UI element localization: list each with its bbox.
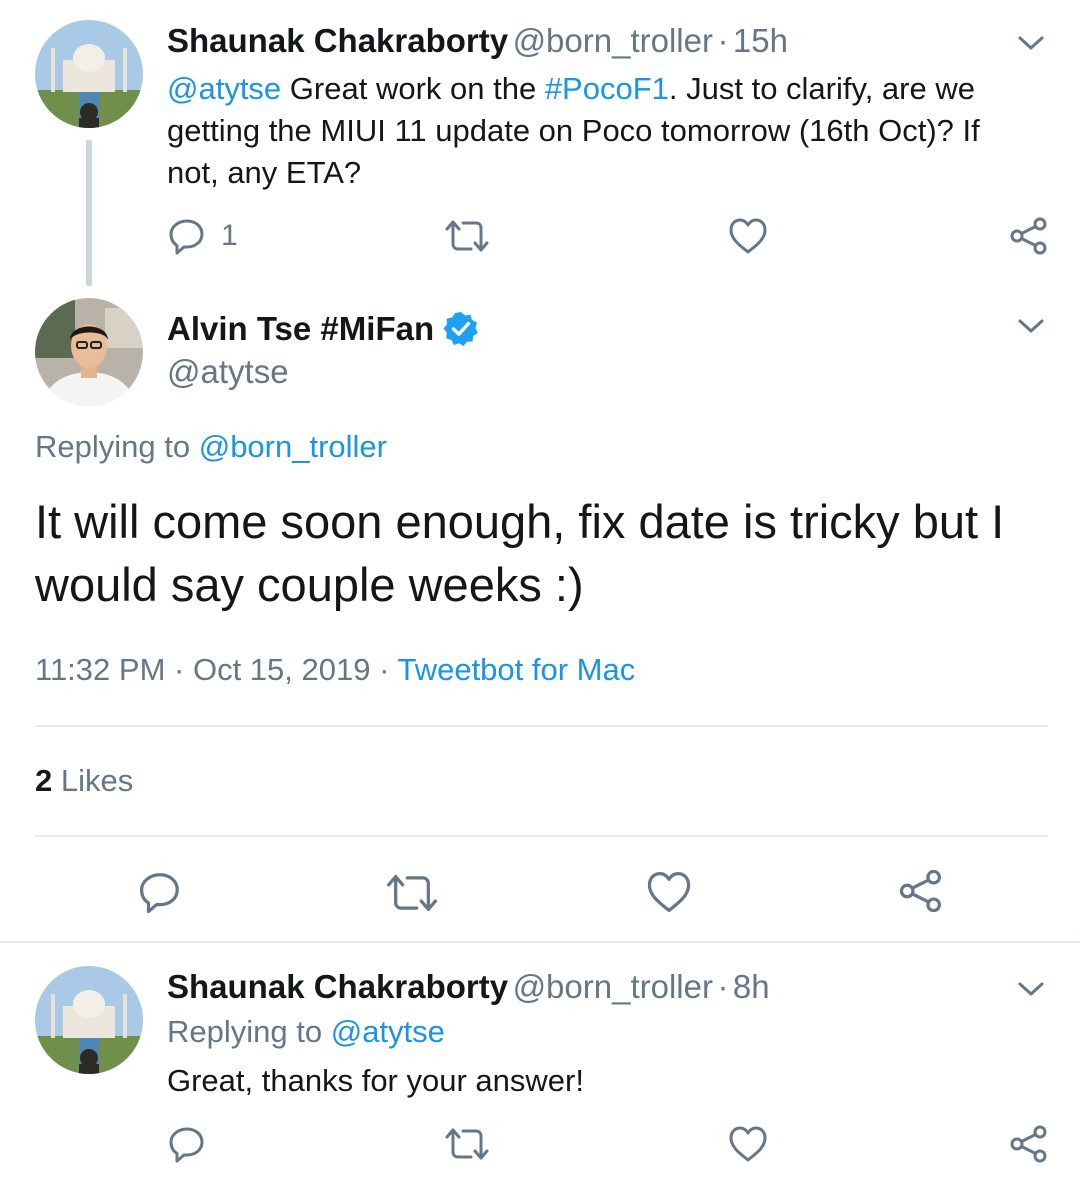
like-icon[interactable] — [646, 870, 692, 914]
main-tweet-text: It will come soon enough, fix date is tr… — [35, 495, 1005, 611]
separator-dot: · — [717, 22, 729, 59]
like-icon[interactable] — [728, 217, 768, 255]
author-name[interactable]: Alvin Tse #MiFan — [167, 310, 434, 348]
tweet-meta: 11:32 PM · Oct 15, 2019 · Tweetbot for M… — [35, 652, 636, 687]
replying-to: Replying to @atytse — [167, 1014, 445, 1049]
reply-icon[interactable] — [167, 1124, 207, 1164]
reply-icon[interactable] — [137, 869, 183, 915]
retweet-icon[interactable] — [386, 872, 438, 914]
chevron-down-icon[interactable] — [1017, 33, 1045, 53]
tweet-header: Shaunak Chakraborty @born_troller · 8h — [167, 968, 770, 1006]
reply-icon — [169, 219, 204, 255]
share-icon[interactable] — [1009, 217, 1049, 255]
replying-handle-link[interactable]: @atytse — [331, 1014, 445, 1049]
divider — [35, 835, 1048, 837]
likes-count: 2 — [35, 763, 53, 798]
reply-count: 1 — [221, 219, 238, 252]
divider — [0, 941, 1080, 943]
replying-handle-link[interactable]: @born_troller — [199, 429, 387, 464]
verified-badge-icon — [443, 312, 478, 346]
like-icon[interactable] — [728, 1125, 768, 1163]
author-handle[interactable]: @atytse — [167, 353, 289, 391]
divider — [35, 725, 1048, 727]
chevron-down-icon[interactable] — [1017, 979, 1045, 999]
retweet-icon[interactable] — [445, 1126, 489, 1162]
retweet-icon[interactable] — [445, 218, 489, 254]
tweet-source-link[interactable]: Tweetbot for Mac — [397, 652, 635, 687]
reply-button[interactable]: 1 — [167, 216, 238, 256]
tweet-time: 8h — [732, 968, 770, 1005]
avatar[interactable] — [35, 20, 143, 128]
chevron-down-icon[interactable] — [1017, 316, 1045, 336]
avatar[interactable] — [35, 966, 143, 1074]
separator-dot: · — [717, 968, 729, 1005]
author-name[interactable]: Shaunak Chakraborty — [167, 968, 508, 1005]
tweet-time: 11:32 PM — [35, 652, 166, 687]
likes-label: Likes — [52, 763, 134, 798]
tweet-date: Oct 15, 2019 — [192, 652, 371, 687]
share-icon[interactable] — [898, 869, 944, 913]
tweet-header: Shaunak Chakraborty @born_troller · 15h — [167, 22, 788, 60]
tweet-text: Great, thanks for your answer! — [167, 1063, 584, 1098]
avatar[interactable] — [35, 298, 143, 406]
share-icon[interactable] — [1009, 1125, 1049, 1163]
tweet-text: @atytse Great work on the #PocoF1. Just … — [167, 71, 980, 190]
replying-to: Replying to @born_troller — [35, 429, 387, 464]
hashtag-link[interactable]: #PocoF1 — [545, 71, 669, 106]
author-handle[interactable]: @born_troller — [513, 22, 713, 59]
author-handle[interactable]: @born_troller — [513, 968, 713, 1005]
mention-link[interactable]: @atytse — [167, 71, 281, 106]
tweet-time: 15h — [732, 22, 788, 59]
thread-line — [86, 140, 92, 286]
tweet-header: Alvin Tse #MiFan — [167, 310, 480, 348]
author-name[interactable]: Shaunak Chakraborty — [167, 22, 508, 59]
likes-summary[interactable]: 2 Likes — [35, 763, 133, 799]
